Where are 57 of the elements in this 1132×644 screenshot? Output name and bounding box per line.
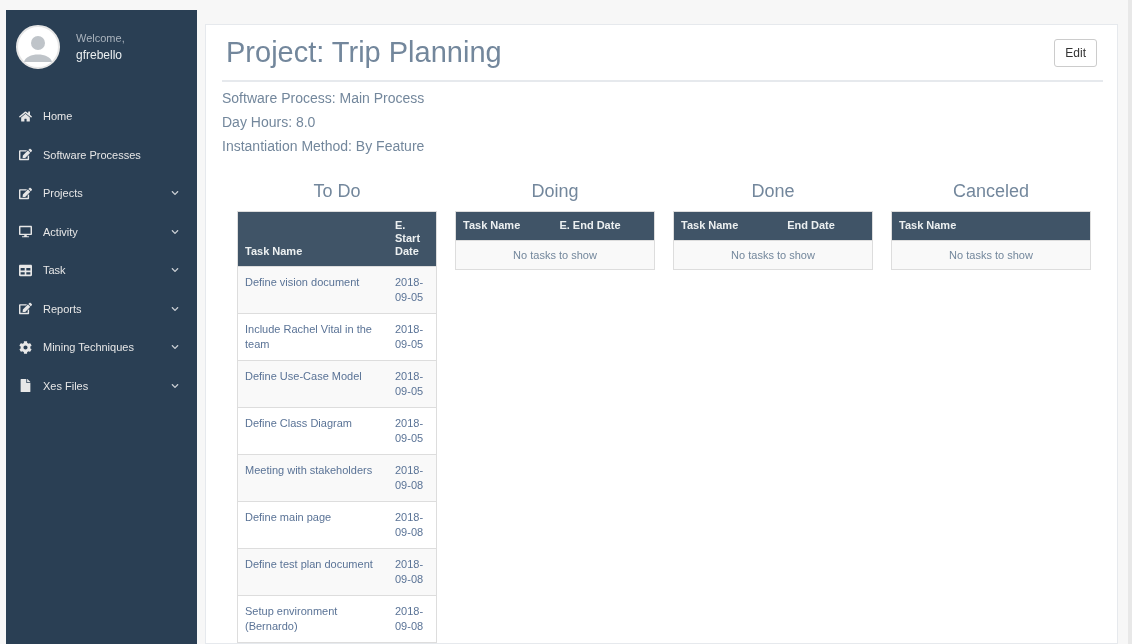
table-cell[interactable]: Define Use-Case Model [237, 360, 388, 408]
table-cell[interactable]: Include Rachel Vital in the team [237, 313, 388, 361]
file-icon [19, 379, 33, 393]
column-header: E. End Date [552, 211, 655, 241]
nav-item[interactable]: Software Processes [6, 135, 197, 174]
nav-item[interactable]: Projects [6, 174, 197, 213]
nav-item[interactable]: Home [6, 97, 197, 136]
board-title: Done [750, 181, 796, 202]
table-cell[interactable]: Define Class Diagram [237, 407, 388, 455]
page-title: Project: Trip Planning [225, 36, 502, 69]
nav-item[interactable]: Reports [6, 289, 197, 328]
empty-message: No tasks to show [673, 240, 873, 270]
table-cell: 2018-09-05 [388, 407, 437, 455]
table-cell: 2018-09-05 [388, 266, 437, 314]
table-cell[interactable]: Define vision document [237, 266, 388, 314]
chevron-icon [171, 266, 179, 275]
chevron-icon [171, 343, 179, 352]
table-cell: 2018-09-08 [388, 595, 437, 643]
column-header: Task Name [891, 211, 1091, 241]
empty-message: No tasks to show [455, 240, 655, 270]
chevron-icon [171, 381, 179, 390]
detail-text: Software Process: Main Process [222, 89, 426, 107]
column-header: E. Start Date [388, 211, 437, 267]
chevron-icon [171, 227, 179, 236]
table-cell[interactable]: Setup environment (Bernardo) [237, 595, 388, 643]
edit-button[interactable]: Edit [1054, 38, 1097, 67]
chevron-icon [171, 189, 179, 198]
column-header: Task Name [673, 211, 781, 241]
nav-item[interactable]: Xes Files [6, 366, 197, 405]
table-cell: 2018-09-08 [388, 548, 437, 596]
user-name: gfrebello [76, 48, 124, 62]
welcome-text: Welcome, [76, 32, 125, 44]
home-icon [19, 109, 33, 123]
table-cell[interactable]: Meeting with stakeholders [237, 454, 388, 502]
avatar-icon [16, 25, 60, 69]
table-cell[interactable]: Define test plan document [237, 548, 388, 596]
table-cell: 2018-09-05 [388, 313, 437, 361]
nav-item[interactable]: Activity [6, 212, 197, 251]
detail-text: Instantiation Method: By Feature [222, 137, 426, 155]
table-cell[interactable]: Define main page [237, 501, 388, 549]
detail-text: Day Hours: 8.0 [222, 113, 317, 131]
column-header: Task Name [237, 211, 388, 267]
table-icon [19, 263, 33, 277]
board-title: Doing [530, 181, 580, 202]
table-cell: 2018-09-08 [388, 454, 437, 502]
nav-item[interactable]: Task [6, 251, 197, 290]
table-cell: 2018-09-05 [388, 360, 437, 408]
board-title: To Do [312, 181, 362, 202]
column-header: End Date [780, 211, 873, 241]
table-cell: 2018-09-08 [388, 501, 437, 549]
nav-item[interactable]: Mining Techniques [6, 328, 197, 367]
board-title: Canceled [951, 181, 1031, 202]
empty-message: No tasks to show [891, 240, 1091, 270]
column-header: Task Name [455, 211, 553, 241]
chevron-icon [171, 304, 179, 313]
settings-icon [19, 340, 33, 354]
monitor-icon [19, 225, 33, 239]
